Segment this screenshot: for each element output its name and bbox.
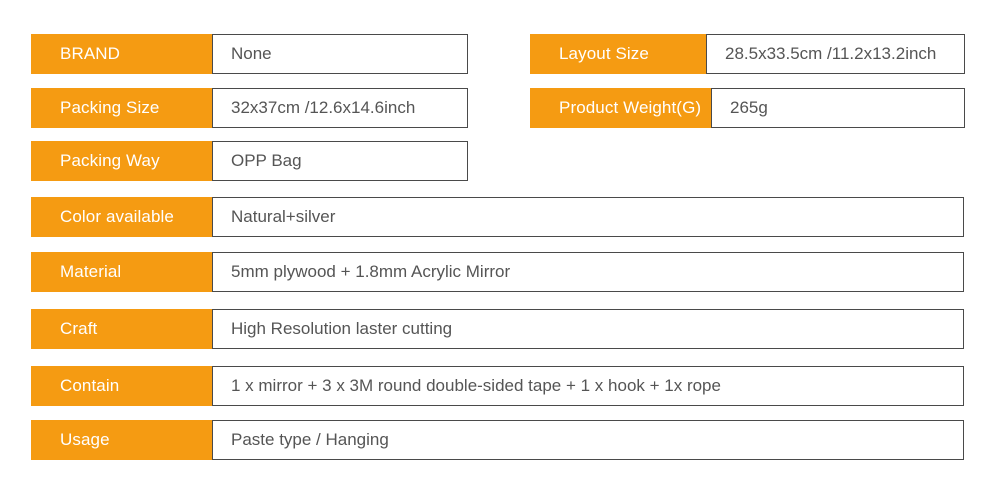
row-value-product-weight: 265g (711, 88, 965, 128)
table-row-contain: Contain 1 x mirror + 3 x 3M round double… (31, 366, 964, 406)
row-value-packing-way: OPP Bag (212, 141, 468, 181)
table-row-product-weight: Product Weight(G) 265g (530, 88, 965, 128)
table-row-brand: BRAND None (31, 34, 468, 74)
row-label-product-weight: Product Weight(G) (530, 88, 712, 128)
product-specification-table: BRAND None Packing Size 32x37cm /12.6x14… (0, 0, 1000, 500)
row-label-contain: Contain (31, 366, 213, 406)
table-row-color-available: Color available Natural+silver (31, 197, 964, 237)
row-value-packing-size: 32x37cm /12.6x14.6inch (212, 88, 468, 128)
row-label-material: Material (31, 252, 213, 292)
row-label-layout-size: Layout Size (530, 34, 707, 74)
row-label-packing-way: Packing Way (31, 141, 213, 181)
row-value-brand: None (212, 34, 468, 74)
row-value-color-available: Natural+silver (212, 197, 964, 237)
table-row-packing-way: Packing Way OPP Bag (31, 141, 468, 181)
row-label-brand: BRAND (31, 34, 213, 74)
table-row-material: Material 5mm plywood + 1.8mm Acrylic Mir… (31, 252, 964, 292)
row-value-contain: 1 x mirror + 3 x 3M round double-sided t… (212, 366, 964, 406)
row-label-color-available: Color available (31, 197, 213, 237)
table-row-layout-size: Layout Size 28.5x33.5cm /11.2x13.2inch (530, 34, 965, 74)
table-row-usage: Usage Paste type / Hanging (31, 420, 964, 460)
row-value-layout-size: 28.5x33.5cm /11.2x13.2inch (706, 34, 965, 74)
row-value-material: 5mm plywood + 1.8mm Acrylic Mirror (212, 252, 964, 292)
row-value-usage: Paste type / Hanging (212, 420, 964, 460)
row-label-craft: Craft (31, 309, 213, 349)
table-row-packing-size: Packing Size 32x37cm /12.6x14.6inch (31, 88, 468, 128)
row-value-craft: High Resolution laster cutting (212, 309, 964, 349)
row-label-usage: Usage (31, 420, 213, 460)
row-label-packing-size: Packing Size (31, 88, 213, 128)
table-row-craft: Craft High Resolution laster cutting (31, 309, 964, 349)
